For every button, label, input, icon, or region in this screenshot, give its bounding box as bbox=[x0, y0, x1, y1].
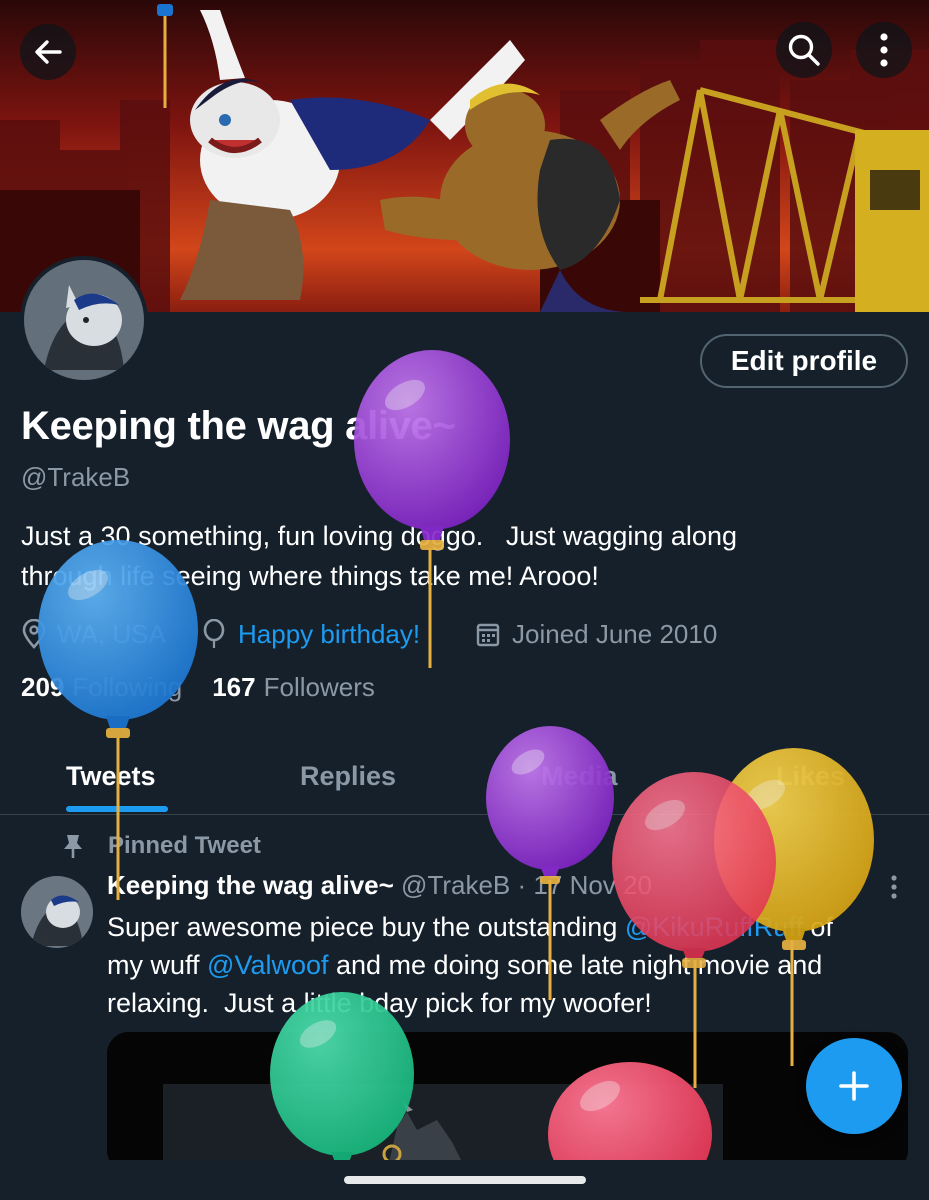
birthday-item[interactable]: Happy birthday! bbox=[202, 614, 420, 654]
arrow-left-icon bbox=[35, 40, 62, 64]
follow-stats: 209 Following 167 Followers bbox=[21, 672, 375, 703]
tweet-author-name[interactable]: Keeping the wag alive~ bbox=[107, 870, 394, 900]
tweet-date[interactable]: 17 Nov 20 bbox=[533, 870, 652, 900]
profile-avatar[interactable] bbox=[20, 256, 148, 384]
compose-tweet-button[interactable] bbox=[806, 1038, 902, 1134]
tweet-author-avatar[interactable] bbox=[21, 876, 93, 948]
pinned-text: Pinned Tweet bbox=[108, 832, 261, 859]
profile-bio: Just a 30 something, fun loving doggo. J… bbox=[21, 521, 737, 591]
plus-icon bbox=[839, 1071, 869, 1101]
tweet-text: Super awesome piece buy the outstanding … bbox=[107, 908, 907, 1022]
followers-link[interactable]: 167 Followers bbox=[212, 672, 375, 703]
mention-link[interactable]: @KikuRuffRuff bbox=[625, 912, 803, 942]
profile-tabs: Tweets Replies Media Likes bbox=[0, 738, 929, 815]
avatar-image bbox=[21, 876, 93, 948]
user-handle: @TrakeB bbox=[21, 462, 131, 492]
tweet-more-button[interactable] bbox=[880, 872, 908, 904]
display-name: Keeping the wag alive~ bbox=[21, 404, 456, 448]
pin-icon bbox=[64, 835, 82, 858]
tab-replies[interactable]: Replies bbox=[300, 738, 396, 814]
balloon-icon bbox=[203, 619, 225, 648]
following-link[interactable]: 209 Following bbox=[21, 672, 182, 703]
pinned-label: Pinned Tweet bbox=[62, 828, 261, 864]
search-icon bbox=[788, 34, 820, 66]
birthday-link[interactable]: Happy birthday! bbox=[238, 619, 420, 650]
followers-label: Followers bbox=[263, 672, 375, 702]
tweet-author-handle[interactable]: @TrakeB bbox=[401, 870, 510, 900]
following-label: Following bbox=[72, 672, 183, 702]
search-button[interactable] bbox=[776, 22, 832, 78]
tweet-separator: · bbox=[517, 870, 527, 900]
more-options-button[interactable] bbox=[856, 22, 912, 78]
tweet-text-part: Super awesome piece buy the outstanding bbox=[107, 912, 625, 942]
location-item: WA, USA bbox=[21, 614, 166, 654]
following-count: 209 bbox=[21, 672, 65, 702]
home-indicator[interactable] bbox=[344, 1176, 586, 1184]
tweet-media[interactable] bbox=[107, 1032, 908, 1172]
more-vertical-icon bbox=[891, 875, 897, 899]
followers-count: 167 bbox=[212, 672, 256, 702]
active-tab-indicator bbox=[66, 806, 168, 812]
back-button[interactable] bbox=[20, 24, 76, 80]
tab-likes[interactable]: Likes bbox=[776, 738, 845, 814]
mention-link[interactable]: @Valwoof bbox=[207, 950, 328, 980]
more-vertical-icon bbox=[880, 33, 888, 67]
tweet-header: Keeping the wag alive~ @TrakeB · 17 Nov … bbox=[107, 870, 652, 901]
avatar-image bbox=[24, 260, 144, 380]
location-pin-icon bbox=[22, 619, 46, 649]
media-image bbox=[107, 1032, 908, 1172]
tab-tweets[interactable]: Tweets bbox=[66, 738, 156, 814]
edit-profile-button[interactable]: Edit profile bbox=[700, 334, 908, 388]
calendar-icon bbox=[476, 623, 500, 647]
location-text: WA, USA bbox=[57, 618, 166, 649]
joined-text: Joined June 2010 bbox=[512, 618, 718, 649]
joined-item: Joined June 2010 bbox=[476, 614, 717, 654]
tab-media[interactable]: Media bbox=[541, 738, 618, 814]
